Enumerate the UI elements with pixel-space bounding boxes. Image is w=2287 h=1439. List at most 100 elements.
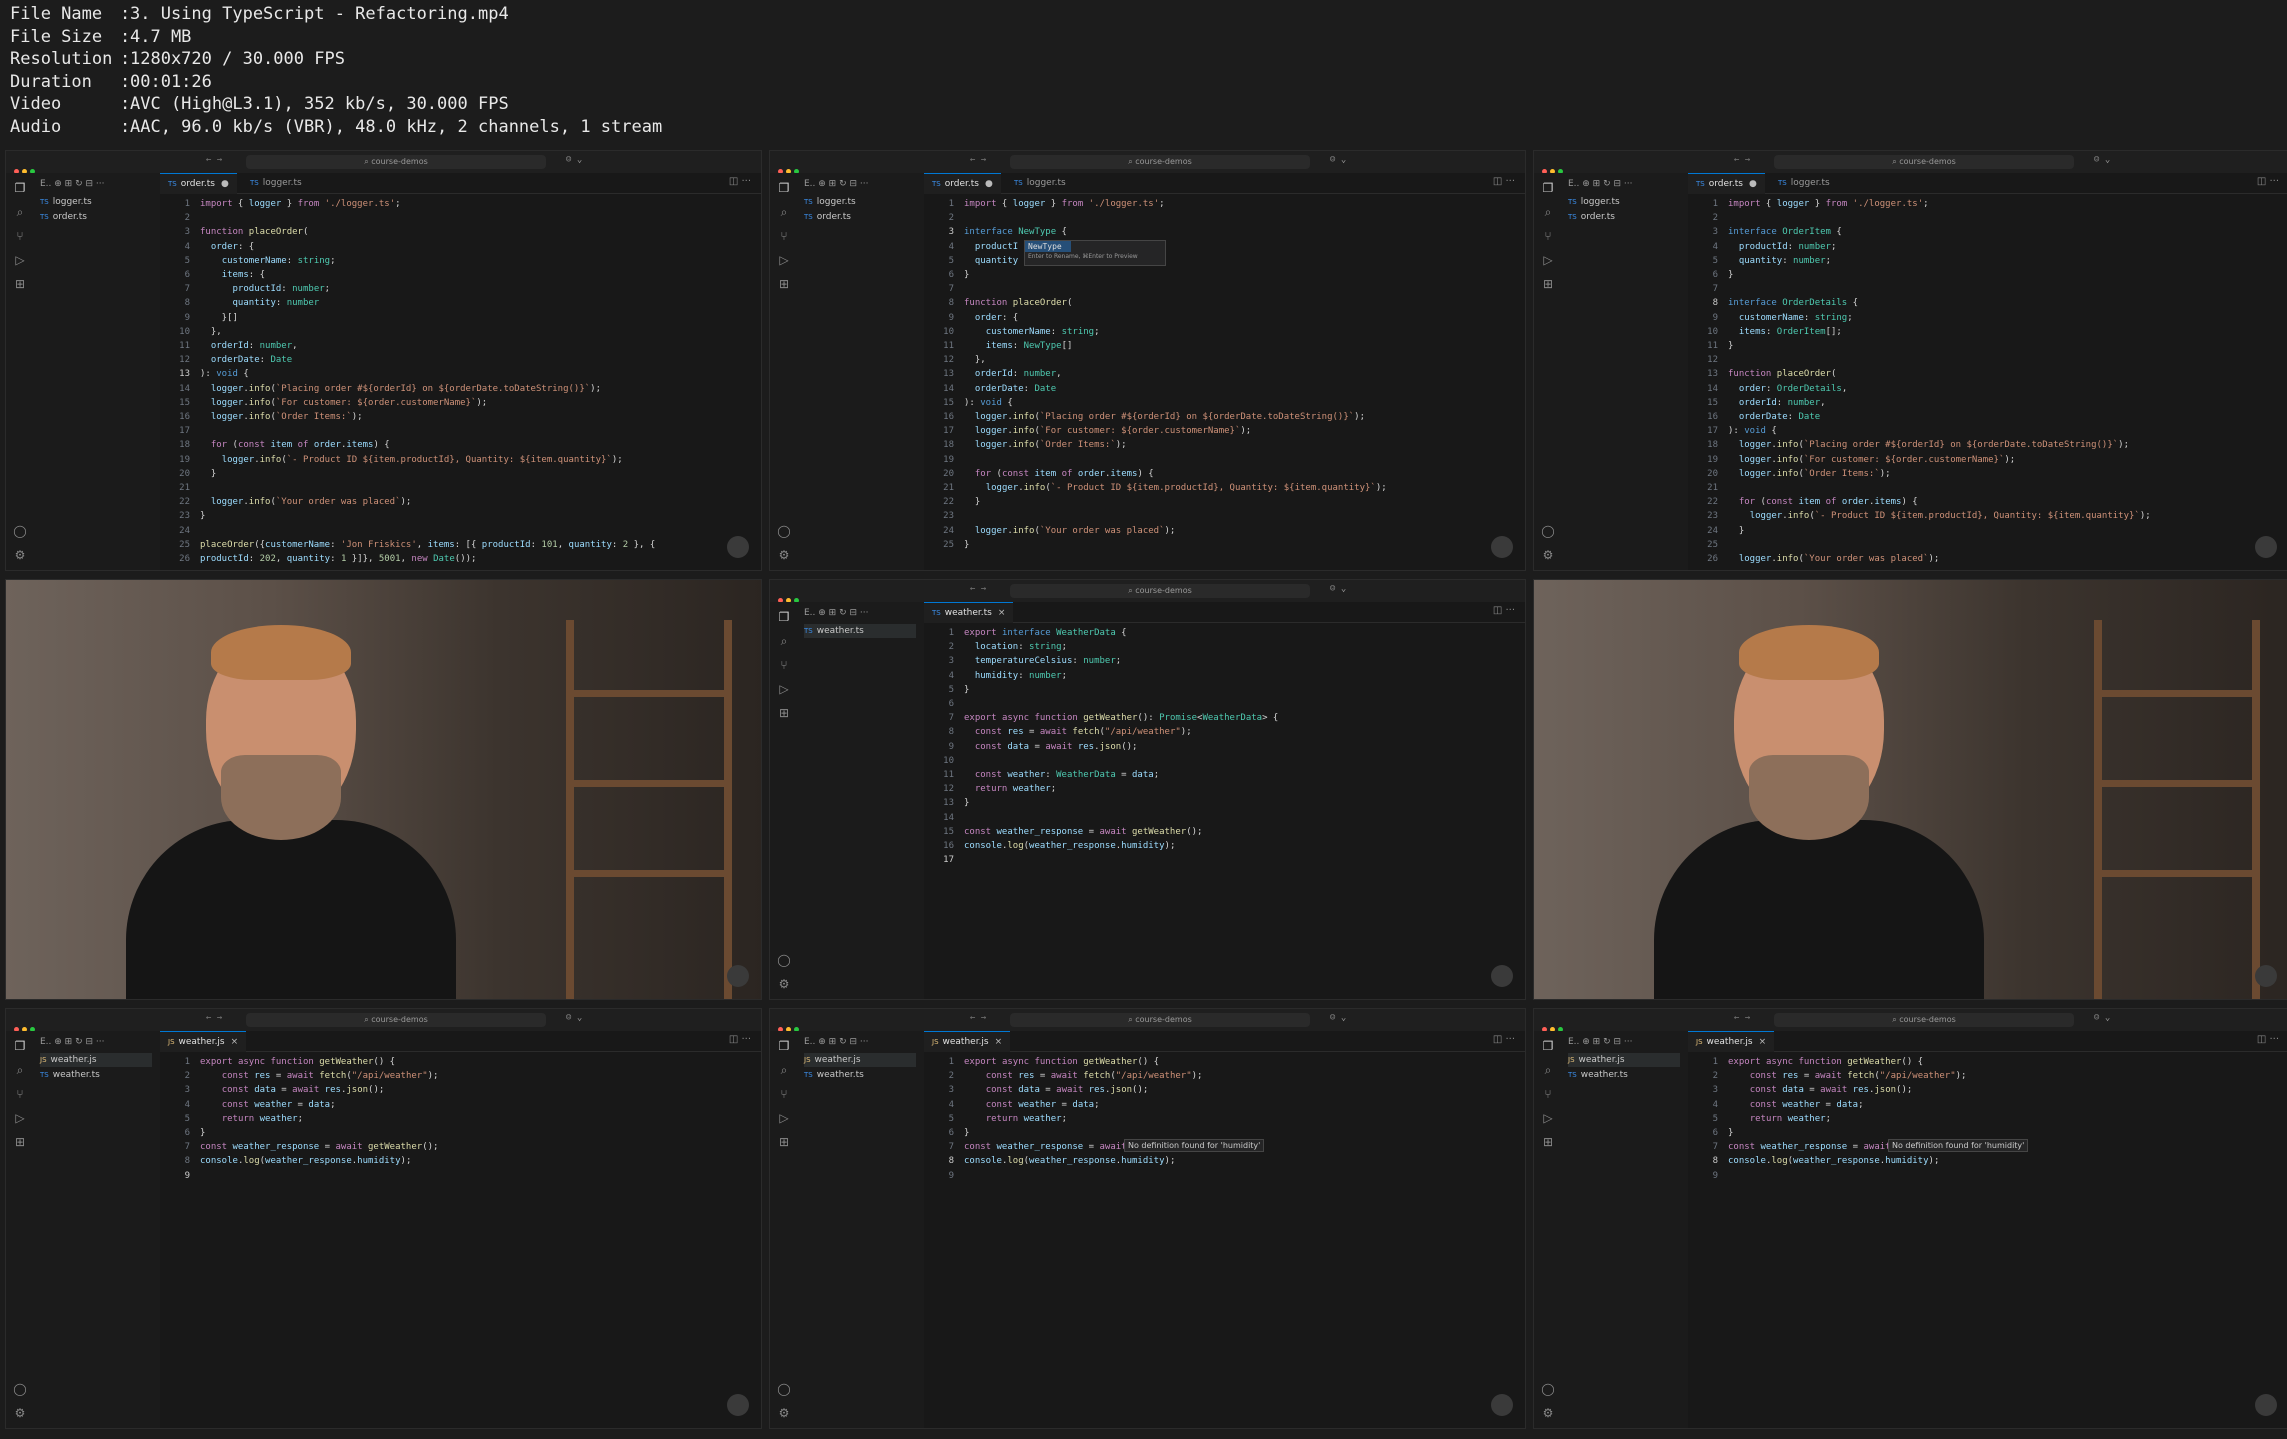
file-tree-item[interactable]: TS order.ts [1568,210,1680,224]
extensions-icon[interactable]: ⊞ [777,277,791,291]
file-tree-item[interactable]: TS order.ts [40,210,152,224]
copilot-icon[interactable]: ☺ ⌄ [2094,155,2110,165]
search-icon[interactable]: ⌕ [777,205,791,219]
explorer-toolbar[interactable]: E.. ⊕ ⊞ ↻ ⊟ ··· [804,608,868,618]
search-icon[interactable]: ⌕ [1541,205,1555,219]
search-icon[interactable]: ⌕ [1541,1063,1555,1077]
explorer-toolbar[interactable]: E.. ⊕ ⊞ ↻ ⊟ ··· [1568,1037,1632,1047]
source-control-icon[interactable]: ⑂ [777,658,791,672]
close-tab-icon[interactable]: × [995,1037,1003,1047]
extensions-icon[interactable]: ⊞ [13,277,27,291]
close-tab-icon[interactable]: × [998,608,1006,618]
explorer-icon[interactable]: ❐ [13,1039,27,1053]
settings-gear-icon[interactable]: ⚙ [13,1406,27,1420]
account-icon[interactable]: ◯ [777,953,791,967]
split-editor-icon[interactable]: ◫ ··· [729,176,751,187]
file-tree-item[interactable]: TS weather.ts [1568,1068,1680,1082]
file-tree-item[interactable]: TS logger.ts [804,195,916,209]
explorer-icon[interactable]: ❐ [777,181,791,195]
search-icon[interactable]: ⌕ [777,634,791,648]
settings-gear-icon[interactable]: ⚙ [777,548,791,562]
explorer-icon[interactable]: ❐ [777,610,791,624]
chat-button[interactable] [727,1394,749,1416]
run-debug-icon[interactable]: ▷ [777,1111,791,1125]
copilot-icon[interactable]: ☺ ⌄ [566,155,582,165]
extensions-icon[interactable]: ⊞ [13,1135,27,1149]
chat-button[interactable] [1491,1394,1513,1416]
run-debug-icon[interactable]: ▷ [13,1111,27,1125]
command-center-search[interactable]: ⌕ course-demos [1010,584,1310,598]
rename-widget[interactable]: NewType Enter to Rename, ⌘Enter to Previe… [1024,239,1166,266]
explorer-icon[interactable]: ❐ [1541,1039,1555,1053]
source-control-icon[interactable]: ⑂ [1541,1087,1555,1101]
extensions-icon[interactable]: ⊞ [777,706,791,720]
file-tree-item[interactable]: TS weather.ts [40,1068,152,1082]
explorer-toolbar[interactable]: E.. ⊕ ⊞ ↻ ⊟ ··· [804,1037,868,1047]
split-editor-icon[interactable]: ◫ ··· [1493,176,1515,187]
command-center-search[interactable]: ⌕ course-demos [1010,155,1310,169]
history-nav[interactable]: ← → [206,155,222,165]
copilot-icon[interactable]: ☺ ⌄ [1330,155,1346,165]
file-tree-item[interactable]: TS order.ts [804,210,916,224]
settings-gear-icon[interactable]: ⚙ [13,548,27,562]
unsaved-dot-icon[interactable]: ● [221,179,229,189]
file-tree-item[interactable]: JS weather.js [1568,1053,1680,1067]
settings-gear-icon[interactable]: ⚙ [777,977,791,991]
explorer-toolbar[interactable]: E.. ⊕ ⊞ ↻ ⊟ ··· [1568,179,1632,189]
history-nav[interactable]: ← → [206,1013,222,1023]
close-tab-icon[interactable]: × [231,1037,239,1047]
search-icon[interactable]: ⌕ [13,205,27,219]
close-tab-icon[interactable]: × [1759,1037,1767,1047]
settings-gear-icon[interactable]: ⚙ [1541,1406,1555,1420]
source-control-icon[interactable]: ⑂ [777,229,791,243]
copilot-icon[interactable]: ☺ ⌄ [2094,1013,2110,1023]
copilot-icon[interactable]: ☺ ⌄ [1330,1013,1346,1023]
command-center-search[interactable]: ⌕ course-demos [1010,1013,1310,1027]
split-editor-icon[interactable]: ◫ ··· [729,1034,751,1045]
copilot-icon[interactable]: ☺ ⌄ [566,1013,582,1023]
unsaved-dot-icon[interactable]: ● [1749,179,1757,189]
account-icon[interactable]: ◯ [13,1382,27,1396]
history-nav[interactable]: ← → [1734,1013,1750,1023]
split-editor-icon[interactable]: ◫ ··· [1493,1034,1515,1045]
chat-button[interactable] [1491,965,1513,987]
editor-tab[interactable]: TS weather.ts × [924,602,1014,623]
file-tree-item[interactable]: JS weather.js [40,1053,152,1067]
command-center-search[interactable]: ⌕ course-demos [246,155,546,169]
file-tree-item[interactable]: TS weather.ts [804,1068,916,1082]
history-nav[interactable]: ← → [970,1013,986,1023]
editor-tab[interactable]: JS weather.js × [160,1031,247,1052]
settings-gear-icon[interactable]: ⚙ [1541,548,1555,562]
editor-tab[interactable]: TS order.ts ● [1688,173,1765,194]
extensions-icon[interactable]: ⊞ [1541,1135,1555,1149]
account-icon[interactable]: ◯ [13,524,27,538]
chat-button[interactable] [727,536,749,558]
run-debug-icon[interactable]: ▷ [1541,1111,1555,1125]
copilot-icon[interactable]: ☺ ⌄ [1330,584,1346,594]
account-icon[interactable]: ◯ [777,524,791,538]
editor-tab[interactable]: JS weather.js × [924,1031,1011,1052]
run-debug-icon[interactable]: ▷ [13,253,27,267]
extensions-icon[interactable]: ⊞ [1541,277,1555,291]
file-tree-item[interactable]: TS weather.ts [804,624,916,638]
explorer-toolbar[interactable]: E.. ⊕ ⊞ ↻ ⊟ ··· [40,179,104,189]
source-control-icon[interactable]: ⑂ [13,1087,27,1101]
unsaved-dot-icon[interactable]: ● [985,179,993,189]
settings-gear-icon[interactable]: ⚙ [777,1406,791,1420]
split-editor-icon[interactable]: ◫ ··· [2257,176,2279,187]
command-center-search[interactable]: ⌕ course-demos [1774,1013,2074,1027]
source-control-icon[interactable]: ⑂ [1541,229,1555,243]
history-nav[interactable]: ← → [970,155,986,165]
search-icon[interactable]: ⌕ [13,1063,27,1077]
explorer-icon[interactable]: ❐ [13,181,27,195]
chat-button[interactable] [1491,536,1513,558]
history-nav[interactable]: ← → [970,584,986,594]
editor-tab[interactable]: TS logger.ts [242,173,310,193]
player-button[interactable] [2255,965,2277,987]
source-control-icon[interactable]: ⑂ [777,1087,791,1101]
account-icon[interactable]: ◯ [1541,524,1555,538]
editor-tab[interactable]: TS logger.ts [1006,173,1074,193]
split-editor-icon[interactable]: ◫ ··· [1493,605,1515,616]
rename-input[interactable]: NewType [1025,240,1071,252]
file-tree-item[interactable]: JS weather.js [804,1053,916,1067]
